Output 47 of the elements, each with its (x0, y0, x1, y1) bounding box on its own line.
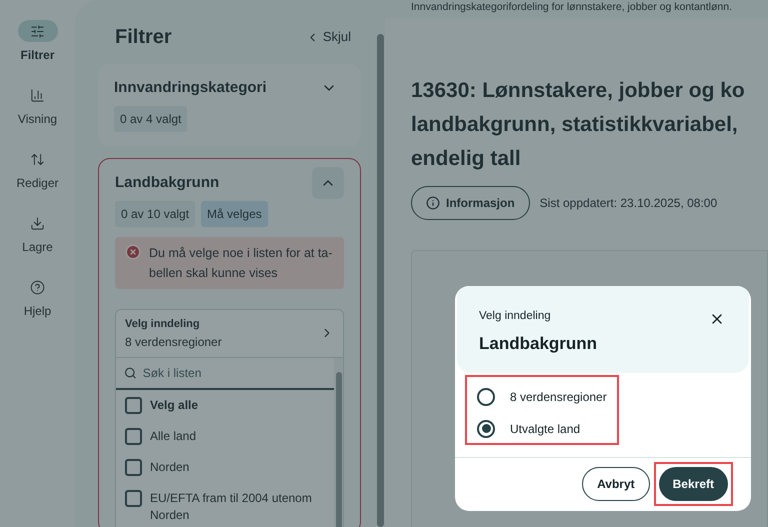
radio-option[interactable]: Utvalgte land (477, 412, 729, 445)
checkbox[interactable] (125, 458, 142, 476)
grouping-label: Velg inndeling (125, 317, 201, 332)
up-down-arrows-icon (30, 152, 45, 166)
nav-item[interactable]: Hjelp (18, 276, 58, 320)
last-updated: Sist oppdatert: 23.10.2025, 08:00 (540, 195, 718, 212)
checkbox[interactable] (125, 490, 142, 506)
info-icon (426, 196, 440, 210)
dialog-title: Landbakgrunn (479, 333, 598, 356)
nav-item[interactable]: Rediger (16, 148, 59, 192)
radio-button[interactable] (477, 420, 495, 438)
option-label: Norden (150, 458, 190, 476)
confirm-button[interactable]: Bekreft (658, 467, 728, 502)
download-icon (30, 216, 45, 230)
checkbox[interactable] (125, 428, 142, 444)
dialog-overline: Velg inndeling (479, 309, 552, 324)
radio-option[interactable]: 8 verdensregioner (477, 380, 729, 413)
error-icon (125, 244, 141, 260)
grouping-selector[interactable]: Velg inndeling 8 verdensregioner (116, 310, 343, 358)
search-icon (124, 366, 137, 380)
checkbox[interactable] (125, 396, 142, 414)
option-label: Velg alle (150, 396, 198, 414)
section-title: Innvandringskategori (114, 78, 267, 98)
status-badge: 0 av 4 valgt (114, 106, 188, 132)
status-badge: 0 av 10 valgt (115, 201, 196, 227)
table-title: 13630: Lønnstakere, jobber og ko landbakgrunn, statistikkvariabel, endelig tall (411, 78, 746, 172)
grouping-value: 8 verdensregioner (125, 334, 222, 350)
section-title: Landbakgrunn (115, 172, 220, 193)
bar-chart-icon (30, 88, 45, 102)
help-icon (30, 280, 45, 294)
information-button[interactable]: Informasjon (411, 186, 530, 220)
scrollbar-thumb[interactable] (376, 34, 384, 527)
nav-item[interactable]: Lagre (18, 212, 58, 256)
sliders-icon (30, 24, 45, 38)
table-subtitle: Innvandringskategorifordeling for lønnstakere, jobber og kontantlønn. (411, 0, 734, 14)
radio-button[interactable] (477, 388, 495, 406)
hide-link[interactable]: Skjul (306, 27, 351, 47)
option-label: Alle land (150, 428, 196, 444)
nav-item[interactable]: Visning (18, 84, 58, 128)
status-badge: Må velges (201, 201, 268, 227)
option-label: EU/EFTA fram til 2004 utenom Norden (150, 490, 312, 524)
search-field[interactable]: Søk i listen (142, 364, 326, 382)
error-message: Du må velge noe i listen for at ta- bellen skal kunne vises (149, 245, 332, 282)
expand-toggle[interactable] (312, 167, 344, 199)
scrollbar-thumb[interactable] (336, 372, 342, 527)
panel-title: Filtrer (115, 25, 172, 50)
cancel-button[interactable]: Avbryt (582, 467, 650, 502)
